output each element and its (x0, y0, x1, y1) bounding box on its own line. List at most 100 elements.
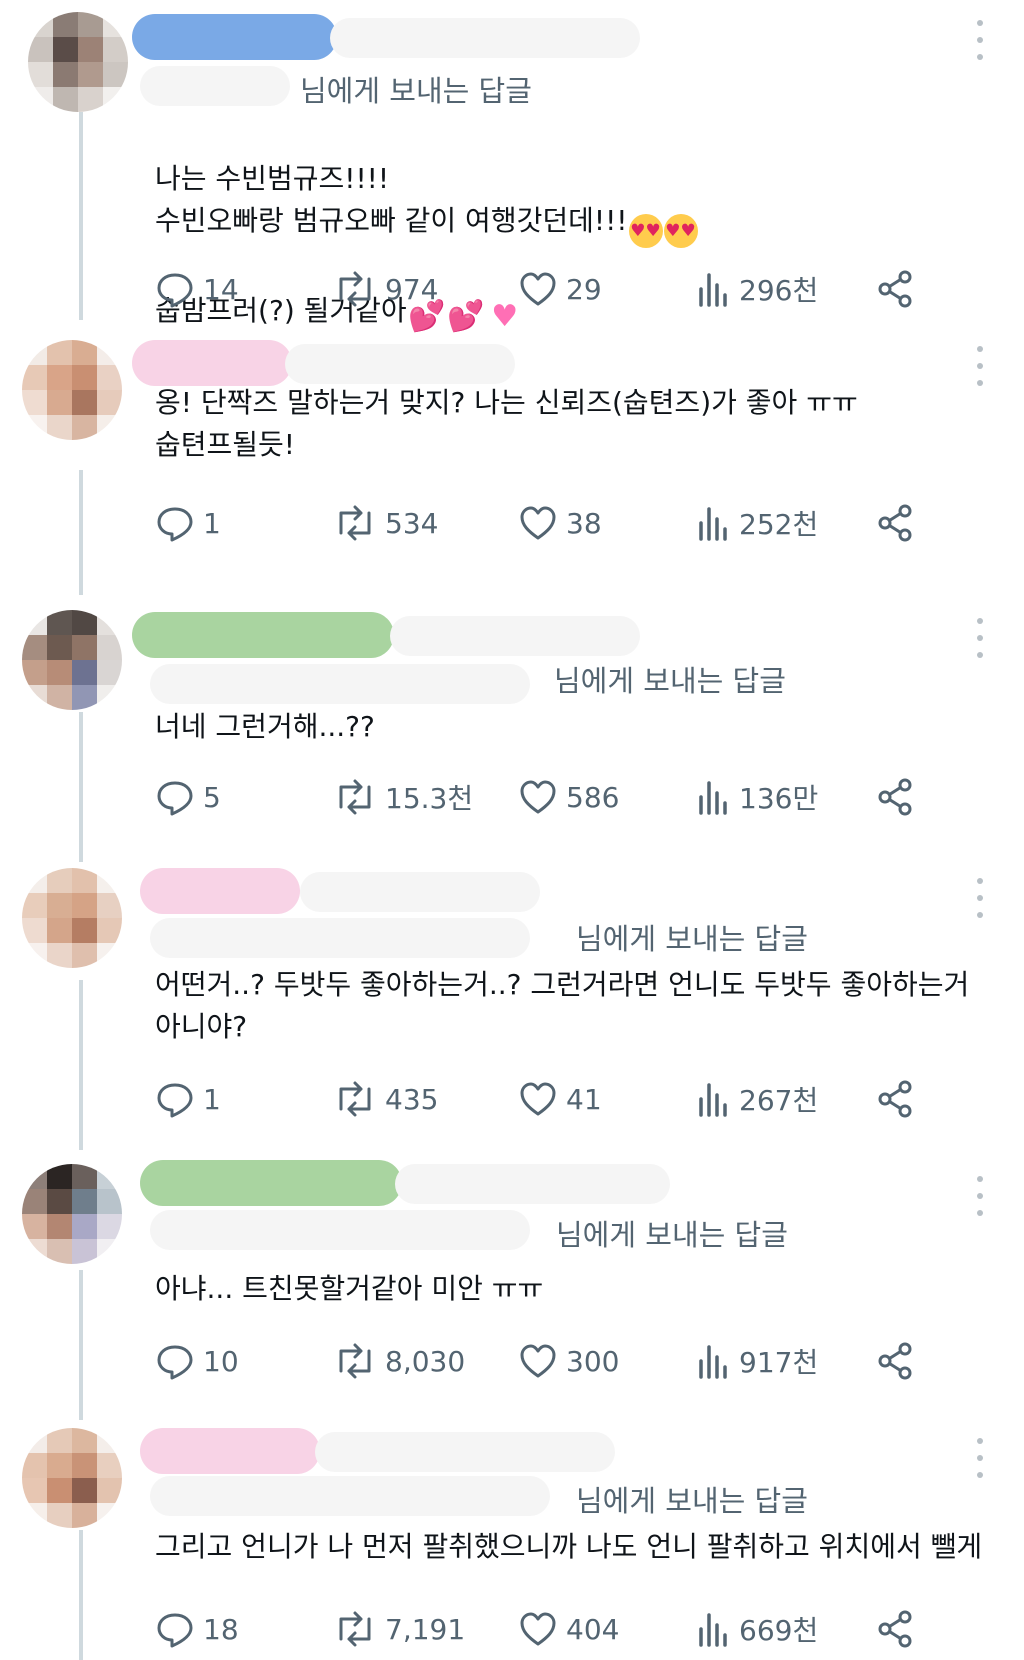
replying-to-label: 님에게 보내는 답글 (300, 74, 532, 108)
share-button[interactable] (875, 1074, 915, 1124)
bar-chart-icon (699, 1345, 727, 1379)
redacted-reply-target (150, 1210, 530, 1250)
retweet-button[interactable]: 8,030 (333, 1336, 465, 1386)
action-bar: 1 534 38 252천 (155, 498, 985, 548)
bar-chart-icon (699, 507, 727, 541)
more-options-button[interactable] (972, 618, 988, 658)
replying-to-label: 님에게 보내는 답글 (576, 1484, 808, 1518)
redacted-handle (315, 1432, 615, 1472)
retweet-icon (339, 779, 371, 815)
redacted-handle (395, 1164, 670, 1204)
redacted-reply-target (150, 664, 530, 704)
retweet-button[interactable]: 435 (333, 1074, 438, 1124)
share-button[interactable] (875, 1604, 915, 1654)
like-button[interactable]: 41 (518, 1074, 602, 1124)
reply-post[interactable]: 님에게 보내는 답글 너네 그런거해...?? 5 15.3천 586 136만 (0, 600, 1024, 850)
redacted-display-name (140, 1160, 402, 1206)
reply-count: 1 (203, 1082, 221, 1116)
share-button[interactable] (875, 264, 915, 314)
reply-count: 18 (203, 1612, 239, 1646)
speech-bubble-icon (157, 273, 193, 308)
view-count: 252천 (739, 508, 819, 541)
reply-post[interactable]: 님에게 보내는 답글 나는 수빈범규즈!!!! 수빈오빠랑 범규오빠 같이 여행… (0, 0, 1024, 334)
heart-icon (520, 780, 556, 814)
redacted-handle (285, 344, 515, 384)
like-button[interactable]: 29 (518, 264, 602, 314)
views-button[interactable]: 267천 (697, 1074, 818, 1124)
reply-count: 10 (203, 1344, 239, 1378)
retweet-button[interactable]: 15.3천 (333, 772, 473, 822)
tweet-text-body: 나는 수빈범규즈!!!! 수빈오빠랑 범규오빠 같이 여행갓던데!!! (155, 162, 628, 237)
views-button[interactable]: 917천 (697, 1336, 818, 1386)
reply-button[interactable]: 1 (155, 1074, 221, 1124)
retweet-icon (339, 505, 371, 541)
avatar[interactable] (22, 868, 122, 968)
view-count: 669천 (739, 1614, 819, 1647)
avatar[interactable] (22, 340, 122, 440)
share-icon (878, 1342, 912, 1380)
like-button[interactable]: 300 (518, 1336, 619, 1386)
avatar[interactable] (22, 610, 122, 710)
reply-button[interactable]: 5 (155, 772, 221, 822)
like-button[interactable]: 404 (518, 1604, 619, 1654)
retweet-button[interactable]: 7,191 (333, 1604, 465, 1654)
more-options-button[interactable] (972, 1438, 988, 1478)
retweet-icon (339, 1343, 371, 1379)
bar-chart-icon (699, 1083, 727, 1117)
bar-chart-icon (699, 273, 727, 307)
view-count: 917천 (739, 1346, 819, 1379)
reply-post[interactable]: 님에게 보내는 답글 아냐... 트친못할거같아 미안 ㅠㅠ 10 8,030 … (0, 1160, 1024, 1400)
like-count: 38 (566, 506, 602, 540)
share-button[interactable] (875, 1336, 915, 1386)
reply-count: 1 (203, 506, 221, 540)
redacted-reply-target (150, 1476, 550, 1516)
share-icon (878, 778, 912, 816)
views-button[interactable]: 252천 (697, 498, 818, 548)
reply-post[interactable]: 님에게 보내는 답글 어떤거..? 두밧두 좋아하는거..? 그런거라면 언니도… (0, 860, 1024, 1140)
reply-button[interactable]: 14 (155, 264, 239, 314)
like-button[interactable]: 38 (518, 498, 602, 548)
retweet-count: 8,030 (385, 1344, 466, 1378)
views-button[interactable]: 296천 (697, 264, 818, 314)
redacted-display-name (132, 612, 394, 658)
redacted-display-name (140, 868, 300, 914)
more-options-button[interactable] (972, 878, 988, 918)
avatar[interactable] (22, 1164, 122, 1264)
retweet-count: 435 (385, 1082, 439, 1116)
redacted-handle (390, 616, 640, 656)
reply-button[interactable]: 1 (155, 498, 221, 548)
retweet-icon (339, 1081, 371, 1117)
reply-count: 14 (203, 272, 239, 306)
more-options-button[interactable] (972, 346, 988, 386)
more-options-button[interactable] (972, 1176, 988, 1216)
more-options-button[interactable] (972, 20, 988, 60)
tweet-text: 그리고 언니가 나 먼저 팔취했으니까 나도 언니 팔취하고 위치에서 뺄게 (155, 1530, 983, 1563)
reply-post[interactable]: 옹! 단짝즈 말하는거 맞지? 나는 신뢰즈(숩텬즈)가 좋아 ㅠㅠ 숩텬프될듯… (0, 330, 1024, 570)
retweet-button[interactable]: 534 (333, 498, 438, 548)
avatar[interactable] (28, 12, 128, 112)
reply-post[interactable]: 님에게 보내는 답글 그리고 언니가 나 먼저 팔취했으니까 나도 언니 팔취하… (0, 1416, 1024, 1660)
retweet-count: 7,191 (385, 1612, 466, 1646)
share-button[interactable] (875, 498, 915, 548)
like-count: 404 (566, 1612, 620, 1646)
retweet-button[interactable]: 974 (333, 264, 438, 314)
like-count: 586 (566, 780, 620, 814)
redacted-reply-target (150, 918, 530, 958)
reply-button[interactable]: 10 (155, 1336, 239, 1386)
reply-button[interactable]: 18 (155, 1604, 239, 1654)
heart-eyes-emoji-icon: ♥♥ (628, 214, 663, 248)
share-icon (878, 1610, 912, 1648)
speech-bubble-icon (157, 507, 193, 542)
share-icon (878, 1080, 912, 1118)
view-count: 267천 (739, 1084, 819, 1117)
avatar[interactable] (22, 1428, 122, 1528)
redacted-reply-target (140, 66, 290, 106)
redacted-display-name (132, 340, 292, 386)
views-button[interactable]: 136만 (697, 772, 818, 822)
replying-to-label: 님에게 보내는 답글 (576, 922, 808, 956)
views-button[interactable]: 669천 (697, 1604, 818, 1654)
share-button[interactable] (875, 772, 915, 822)
like-button[interactable]: 586 (518, 772, 619, 822)
heart-icon (520, 1082, 556, 1116)
redacted-display-name (140, 1428, 320, 1474)
